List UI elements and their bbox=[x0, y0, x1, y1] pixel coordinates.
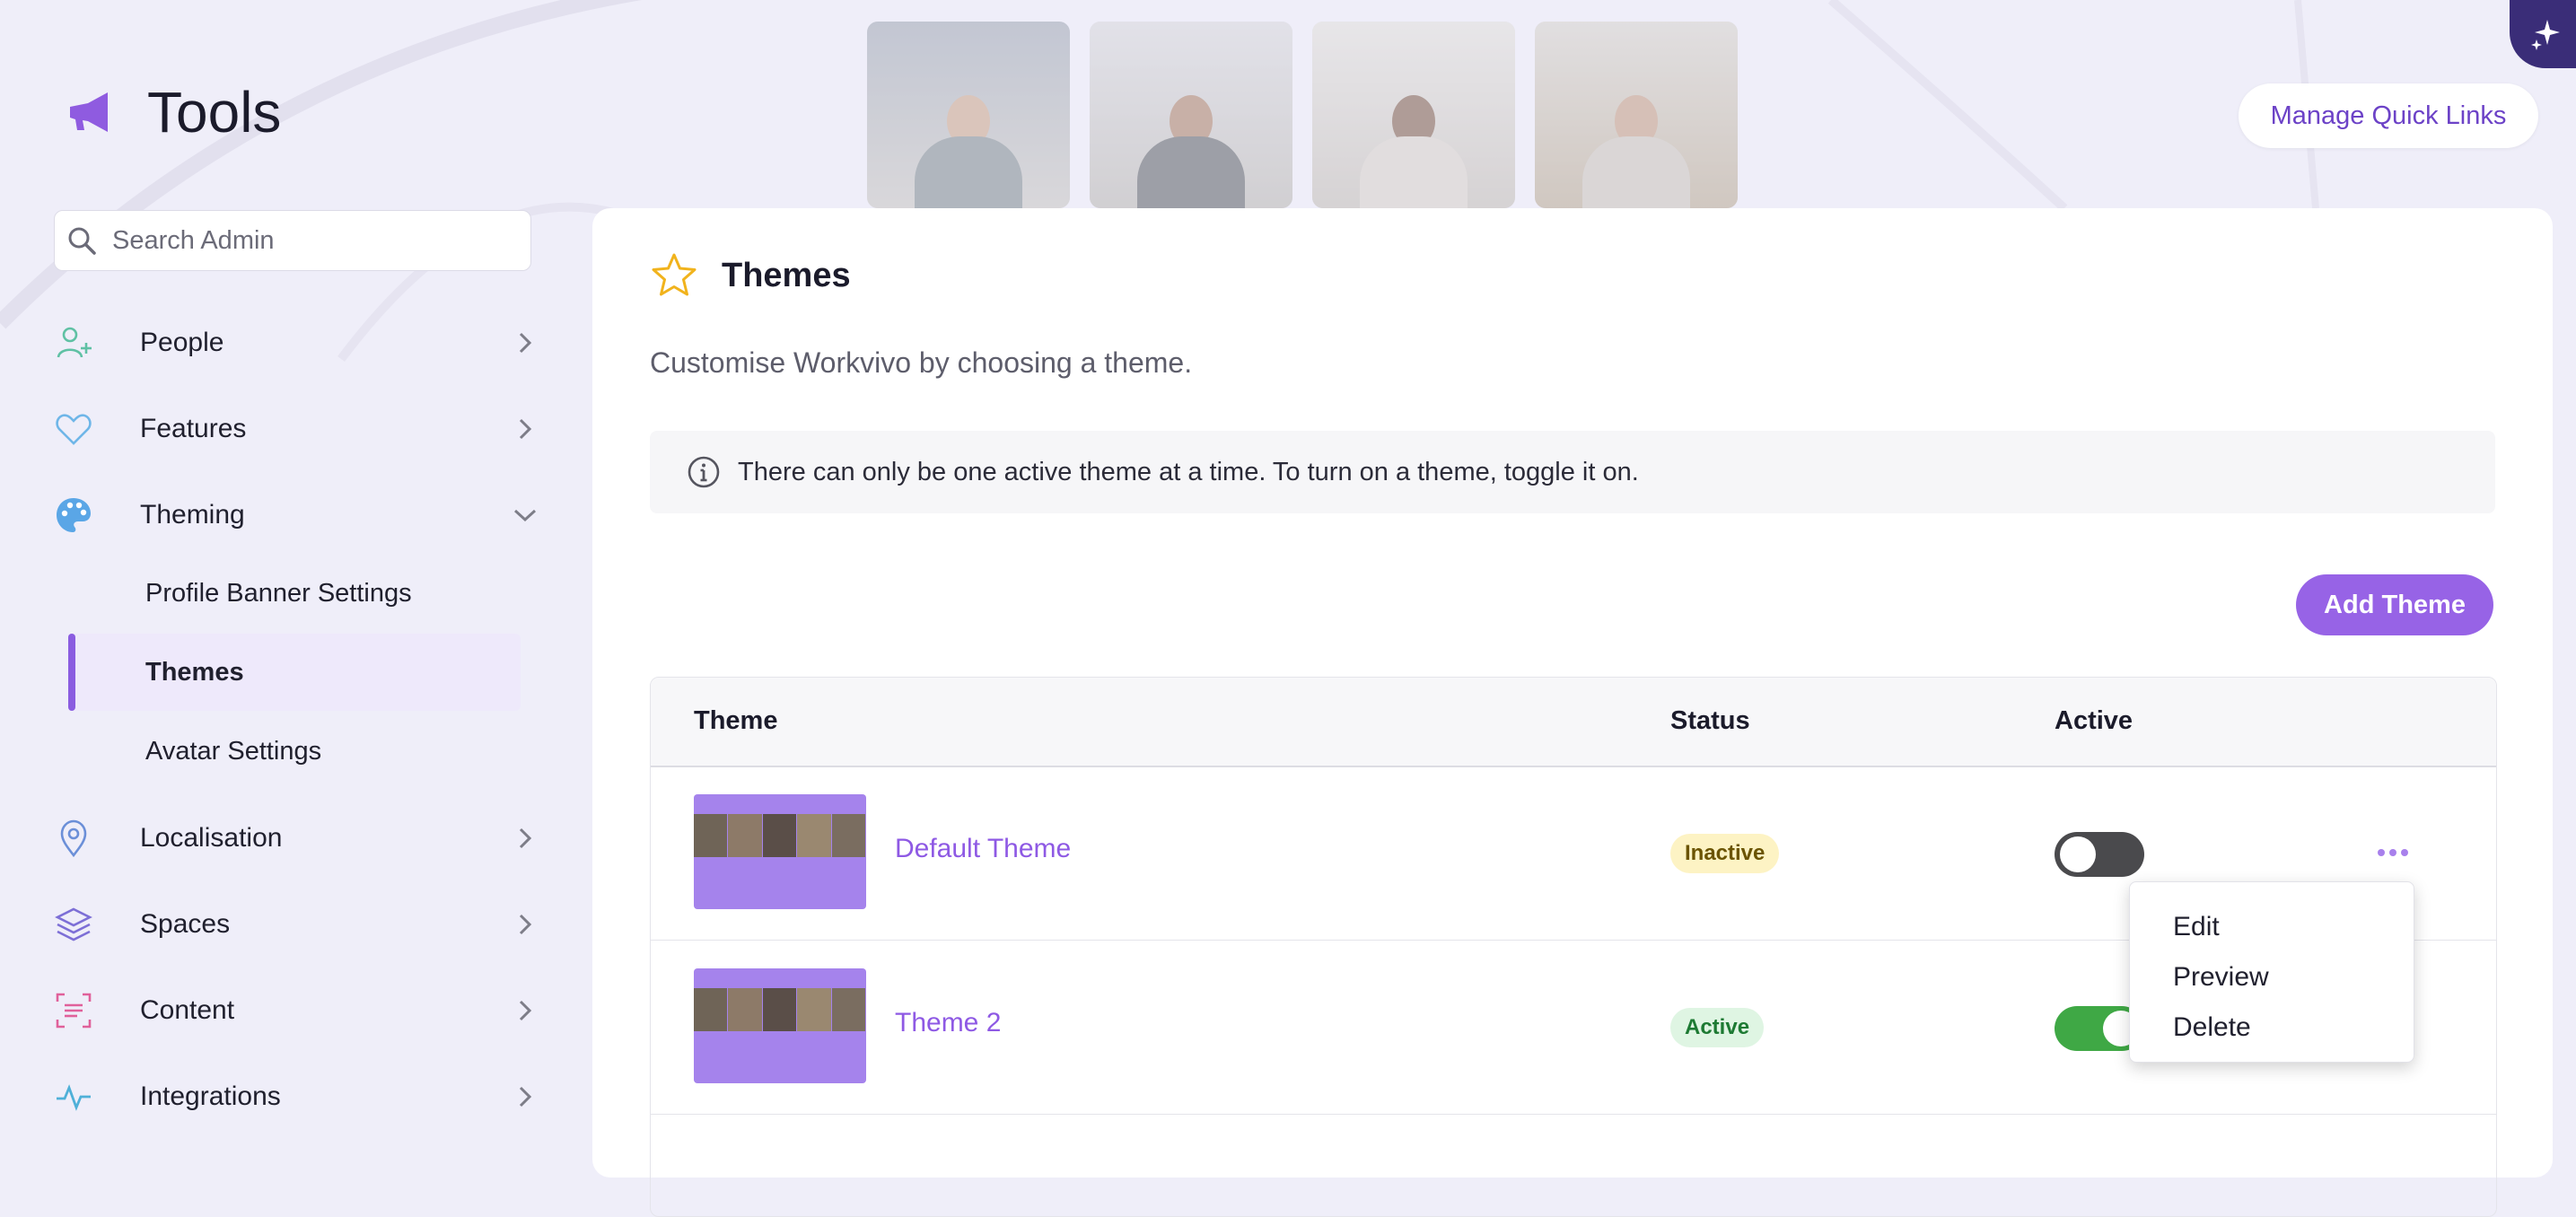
sidebar-subitem-label: Profile Banner Settings bbox=[145, 578, 412, 608]
column-header-active: Active bbox=[2055, 706, 2134, 735]
sidebar-item-label: People bbox=[140, 328, 224, 357]
manage-quick-links-button[interactable]: Manage Quick Links bbox=[2239, 83, 2538, 148]
sidebar-subitem-avatar-settings[interactable]: Avatar Settings bbox=[68, 713, 521, 790]
header-photo bbox=[867, 22, 1070, 208]
column-header-theme: Theme bbox=[694, 706, 778, 735]
info-icon bbox=[688, 456, 720, 488]
theme-name-link[interactable]: Theme 2 bbox=[895, 1008, 1001, 1038]
header-photo bbox=[1312, 22, 1515, 208]
sidebar-item-label: Localisation bbox=[140, 823, 283, 853]
page-description: Customise Workvivo by choosing a theme. bbox=[650, 346, 1193, 379]
menu-item-edit[interactable]: Edit bbox=[2130, 902, 2414, 952]
menu-item-preview[interactable]: Preview bbox=[2130, 952, 2414, 1002]
person-add-icon bbox=[57, 327, 92, 358]
megaphone-icon bbox=[70, 92, 108, 132]
search-admin-box[interactable] bbox=[54, 210, 531, 271]
sidebar-subitem-profile-banner-settings[interactable]: Profile Banner Settings bbox=[68, 555, 521, 632]
column-header-status: Status bbox=[1670, 706, 1750, 735]
ellipsis-icon bbox=[2378, 849, 2385, 856]
heart-icon bbox=[56, 414, 92, 445]
header-photo-strip bbox=[867, 22, 1738, 208]
info-banner: There can only be one active theme at a … bbox=[650, 431, 2495, 513]
sidebar-item-label: Spaces bbox=[140, 909, 231, 939]
sidebar-subitem-label: Avatar Settings bbox=[145, 736, 322, 766]
sidebar-item-spaces[interactable]: Spaces bbox=[54, 897, 539, 951]
header-photo bbox=[1090, 22, 1292, 208]
palette-icon bbox=[57, 498, 91, 532]
sidebar-item-label: Features bbox=[140, 414, 247, 443]
info-text: There can only be one active theme at a … bbox=[738, 457, 1639, 486]
sidebar-item-features[interactable]: Features bbox=[54, 402, 539, 456]
sidebar-item-integrations[interactable]: Integrations bbox=[54, 1070, 539, 1124]
sidebar-item-label: Integrations bbox=[140, 1081, 281, 1111]
theme-name-link[interactable]: Default Theme bbox=[895, 834, 1071, 864]
theme-context-menu: Edit Preview Delete bbox=[2129, 881, 2414, 1063]
chevron-down-icon bbox=[513, 509, 537, 522]
table-header: Theme Status Active bbox=[651, 678, 2496, 767]
add-theme-button[interactable]: Add Theme bbox=[2296, 574, 2493, 635]
chevron-right-icon bbox=[519, 1000, 532, 1021]
theme-thumbnail bbox=[694, 794, 866, 909]
chevron-right-icon bbox=[519, 332, 532, 354]
sidebar-item-theming[interactable]: Theming bbox=[54, 488, 539, 542]
layers-icon bbox=[55, 907, 92, 941]
sidebar-item-content[interactable]: Content bbox=[54, 984, 539, 1038]
page-header-title: Tools bbox=[147, 80, 282, 144]
ai-assistant-button[interactable] bbox=[2510, 0, 2576, 68]
more-options-button[interactable] bbox=[2370, 839, 2415, 866]
chevron-right-icon bbox=[519, 1086, 532, 1108]
search-admin-input[interactable] bbox=[110, 224, 509, 257]
sidebar-item-label: Content bbox=[140, 995, 235, 1025]
scan-text-icon bbox=[56, 993, 92, 1029]
status-badge: Active bbox=[1670, 1008, 1765, 1047]
sparkle-icon bbox=[2531, 20, 2560, 50]
theme-thumbnail bbox=[694, 968, 866, 1083]
sidebar-subitem-label: Themes bbox=[145, 657, 244, 687]
location-pin-icon bbox=[60, 819, 87, 858]
header-photo bbox=[1535, 22, 1738, 208]
sidebar-item-localisation[interactable]: Localisation bbox=[54, 811, 539, 865]
search-icon bbox=[68, 227, 96, 255]
page-heading: Themes bbox=[650, 251, 851, 300]
tools-header: Tools bbox=[65, 79, 281, 145]
menu-item-delete[interactable]: Delete bbox=[2130, 1002, 2414, 1053]
chevron-right-icon bbox=[519, 914, 532, 935]
activity-icon bbox=[57, 1084, 91, 1111]
chevron-right-icon bbox=[519, 827, 532, 849]
sidebar-subitem-themes[interactable]: Themes bbox=[68, 634, 521, 711]
sidebar-item-label: Theming bbox=[140, 500, 245, 530]
star-icon bbox=[652, 253, 697, 296]
status-badge: Inactive bbox=[1670, 834, 1780, 873]
page-title: Themes bbox=[722, 256, 851, 294]
active-toggle[interactable] bbox=[2055, 832, 2144, 877]
chevron-right-icon bbox=[519, 418, 532, 440]
sidebar-item-people[interactable]: People bbox=[54, 316, 539, 370]
